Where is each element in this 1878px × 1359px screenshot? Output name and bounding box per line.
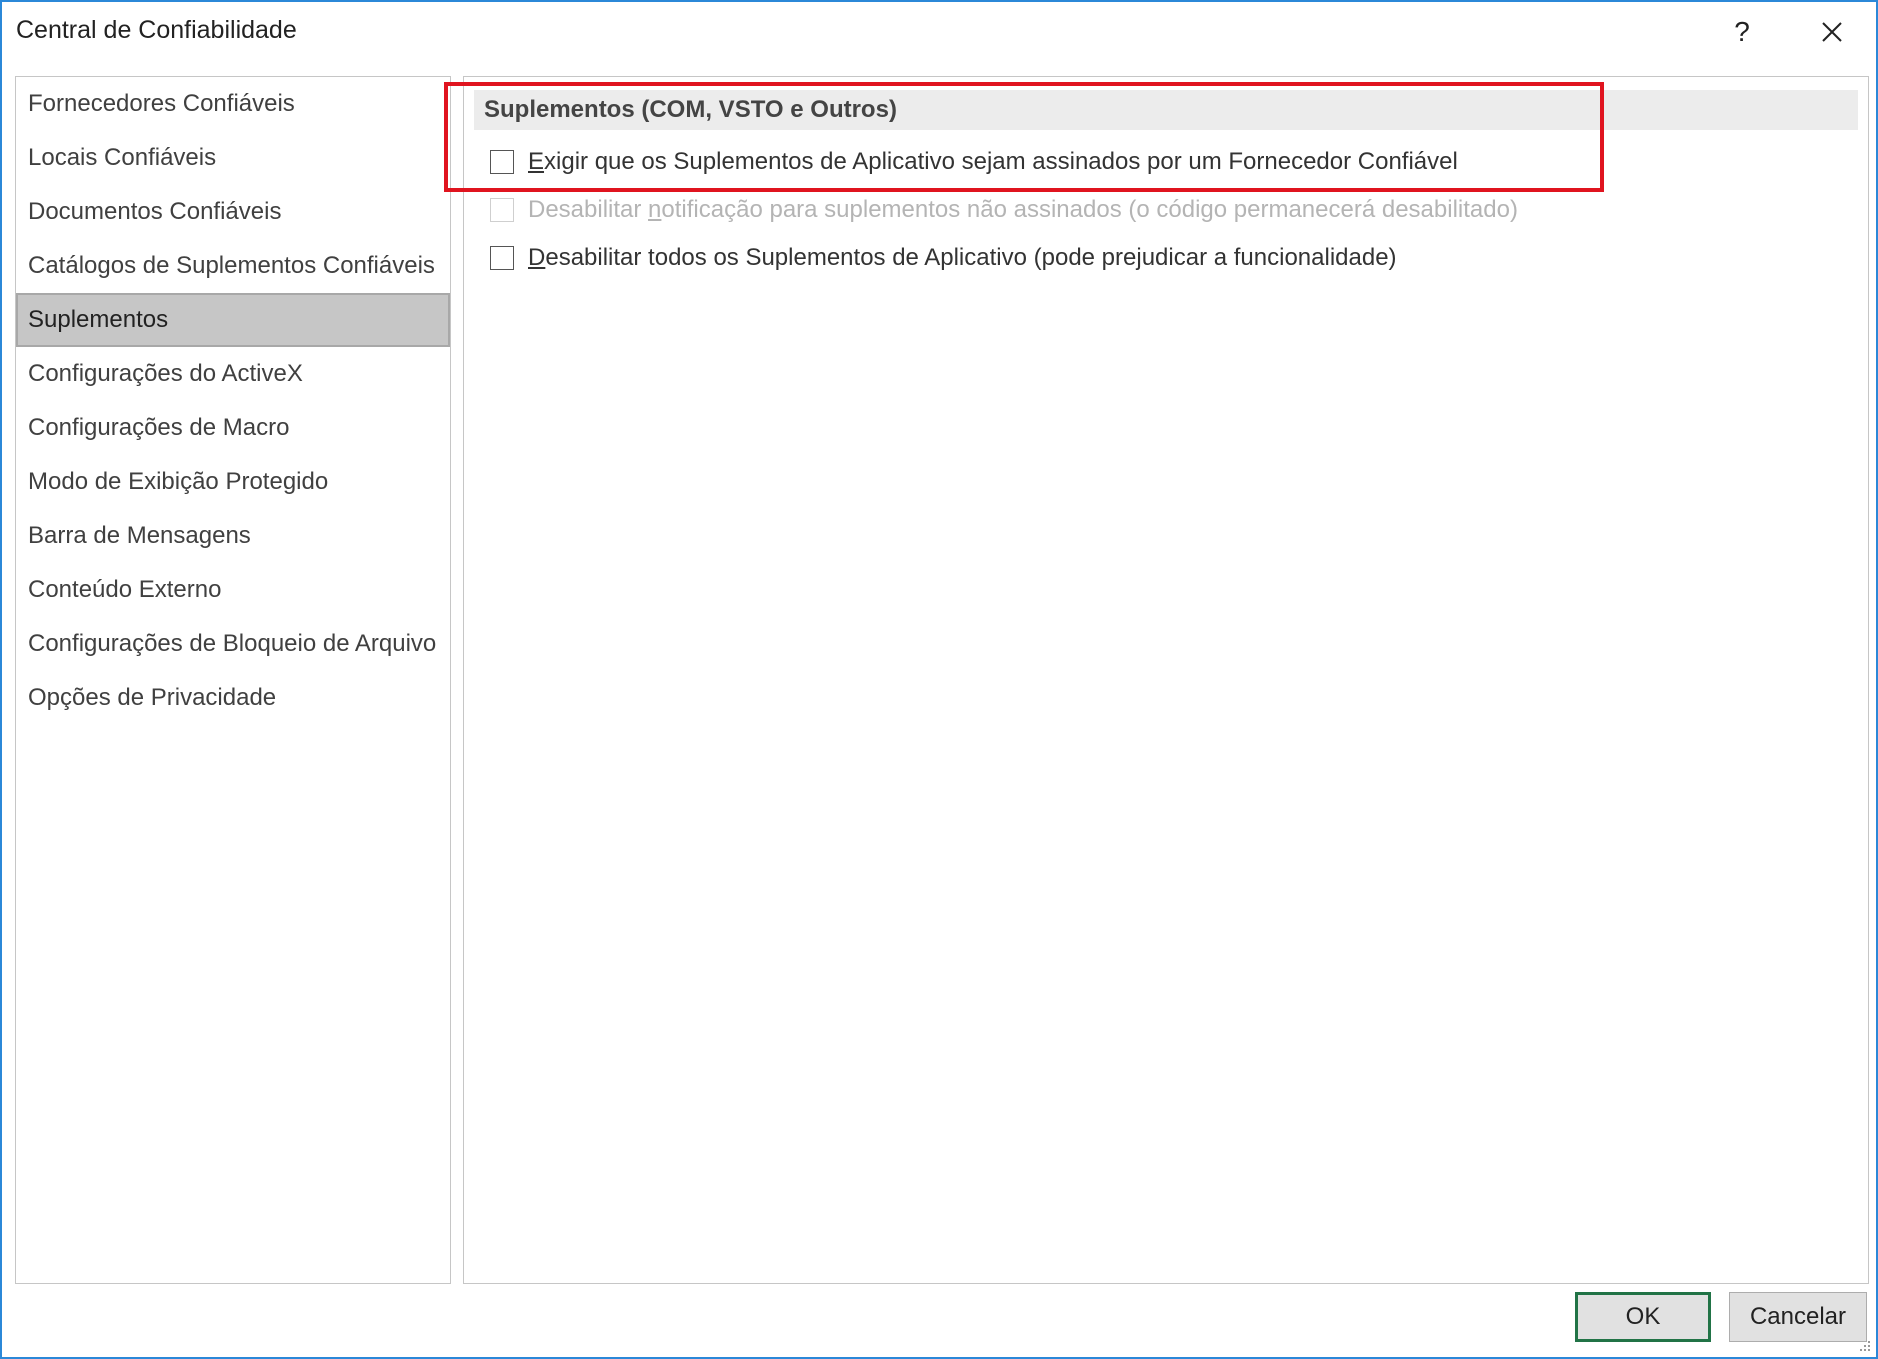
sidebar-item-barra-mensagens[interactable]: Barra de Mensagens: [16, 509, 450, 563]
sidebar-item-conteudo-externo[interactable]: Conteúdo Externo: [16, 563, 450, 617]
dialog-title: Central de Confiabilidade: [16, 16, 297, 44]
sidebar-item-macro[interactable]: Configurações de Macro: [16, 401, 450, 455]
ok-button[interactable]: OK: [1575, 1292, 1711, 1342]
sidebar-item-fornecedores-confiaveis[interactable]: Fornecedores Confiáveis: [16, 77, 450, 131]
close-icon: [1822, 22, 1842, 42]
sidebar-item-catalogos-suplementos[interactable]: Catálogos de Suplementos Confiáveis: [16, 239, 450, 293]
sidebar-item-bloqueio-arquivo[interactable]: Configurações de Bloqueio de Arquivo: [16, 617, 450, 671]
sidebar-item-documentos-confiaveis[interactable]: Documentos Confiáveis: [16, 185, 450, 239]
option-disable-unsigned-notification: Desabilitar notificação para suplementos…: [490, 193, 1518, 227]
option-label: Desabilitar todos os Suplementos de Apli…: [528, 244, 1397, 272]
category-sidebar: Fornecedores Confiáveis Locais Confiávei…: [15, 76, 451, 1284]
option-require-signed-addins[interactable]: Exigir que os Suplementos de Aplicativo …: [490, 145, 1458, 179]
help-button[interactable]: ?: [1722, 12, 1762, 52]
cancel-button[interactable]: Cancelar: [1729, 1292, 1867, 1342]
sidebar-item-activex[interactable]: Configurações do ActiveX: [16, 347, 450, 401]
sidebar-item-privacidade[interactable]: Opções de Privacidade: [16, 671, 450, 725]
option-label-text: esabilitar todos os Suplementos de Aplic…: [545, 244, 1397, 271]
sidebar-item-suplementos[interactable]: Suplementos: [16, 293, 450, 347]
disable-all-addins-checkbox[interactable]: [490, 246, 514, 270]
resize-grip-icon[interactable]: [1858, 1339, 1872, 1353]
sidebar-item-modo-protegido[interactable]: Modo de Exibição Protegido: [16, 455, 450, 509]
require-signed-addins-checkbox[interactable]: [490, 150, 514, 174]
option-label: Exigir que os Suplementos de Aplicativo …: [528, 148, 1458, 176]
option-label-text: otificação para suplementos não assinado…: [661, 196, 1518, 223]
help-icon: ?: [1734, 16, 1750, 47]
section-title: Suplementos (COM, VSTO e Outros): [474, 90, 1858, 130]
trust-center-dialog: Central de Confiabilidade ? Fornecedores…: [0, 0, 1878, 1359]
accelerator-key: D: [528, 244, 546, 271]
option-label-text: xigir que os Suplementos de Aplicativo s…: [544, 148, 1458, 175]
close-button[interactable]: [1812, 12, 1852, 52]
sidebar-item-locais-confiaveis[interactable]: Locais Confiáveis: [16, 131, 450, 185]
disable-unsigned-notification-checkbox: [490, 198, 514, 222]
option-disable-all-addins[interactable]: Desabilitar todos os Suplementos de Apli…: [490, 241, 1397, 275]
settings-panel: Suplementos (COM, VSTO e Outros) Exigir …: [463, 76, 1869, 1284]
option-label: Desabilitar notificação para suplementos…: [528, 196, 1518, 224]
accelerator-key: n: [648, 196, 662, 223]
option-label-prefix: Desabilitar: [528, 196, 649, 223]
accelerator-key: E: [528, 148, 545, 175]
